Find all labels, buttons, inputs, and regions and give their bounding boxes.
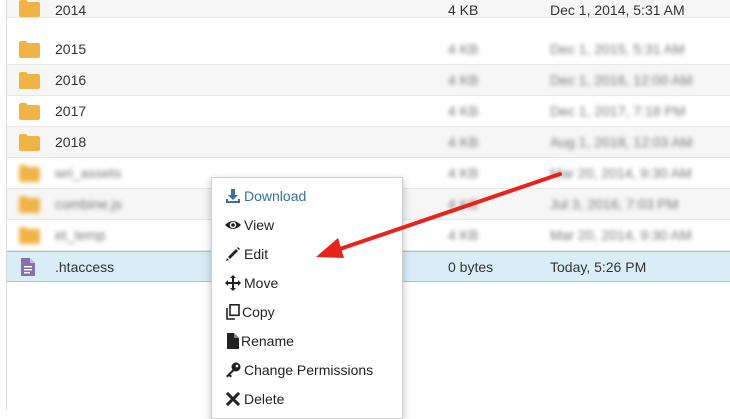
file-size: 4 KB [448,196,479,212]
file-name: et_temp [55,227,106,243]
file-row[interactable]: 2016 4 KB Dec 1, 2016, 12:00 AM [7,65,730,96]
folder-icon [19,165,40,182]
menu-item-label: Edit [244,246,269,262]
file-date: Aug 1, 2018, 12:03 AM [550,134,693,150]
file-size: 4 KB [448,72,479,88]
menu-item-label: Copy [242,304,275,320]
file-name: 2017 [55,103,87,119]
file-date: Jul 3, 2016, 7:03 PM [550,196,679,212]
file-date: Mar 20, 2014, 9:30 AM [550,227,692,243]
move-icon [225,275,241,291]
document-icon [21,258,42,276]
menu-item-view[interactable]: View [212,212,402,241]
menu-item-label: View [244,217,275,233]
menu-item-edit[interactable]: Edit [212,241,402,270]
file-size: 4 KB [448,41,479,57]
context-menu: Download View Edit Move Copy Rename Chan… [211,177,403,419]
menu-item-delete[interactable]: Delete [212,386,402,415]
file-date: Dec 1, 2014, 5:31 AM [550,2,685,18]
file-date: Dec 1, 2015, 5:31 AM [550,41,685,57]
copy-icon [226,304,242,320]
folder-icon [19,134,40,151]
file-size: 4 KB [448,2,479,18]
menu-item-change-permissions[interactable]: Change Permissions [212,357,402,386]
file-row[interactable]: 2015 4 KB Dec 1, 2015, 5:31 AM [7,34,730,65]
menu-item-label: Download [244,188,307,204]
file-size: 4 KB [448,134,479,150]
x-icon [225,391,241,407]
menu-item-label: Delete [244,391,285,407]
file-name: wri_assets [55,165,122,181]
file-size: 4 KB [448,103,479,119]
file-name: 2015 [55,41,87,57]
file-date: Dec 1, 2017, 7:18 PM [550,103,686,119]
folder-icon [19,196,40,213]
file-name: 2014 [55,2,87,18]
file-size: 0 bytes [448,259,494,275]
menu-item-rename[interactable]: Rename [212,328,402,357]
file-date: Mar 20, 2014, 9:30 AM [550,165,692,181]
folder-icon [19,227,40,244]
file-row[interactable]: 2017 4 KB Dec 1, 2017, 7:18 PM [7,96,730,127]
menu-item-download[interactable]: Download [212,183,402,212]
menu-item-copy[interactable]: Copy [212,299,402,328]
menu-item-label: Move [244,275,279,291]
file-row[interactable]: 2018 4 KB Aug 1, 2018, 12:03 AM [7,127,730,158]
menu-item-move[interactable]: Move [212,270,402,299]
pencil-icon [225,246,241,262]
menu-item-label: Rename [241,333,294,349]
folder-icon [19,41,40,58]
download-icon [225,188,241,204]
file-date: Today, 5:26 PM [550,259,647,275]
file-size: 4 KB [448,165,479,181]
file-size: 4 KB [448,227,479,243]
file-name: 2016 [55,72,87,88]
file-name: .htaccess [55,259,115,275]
eye-icon [225,217,241,233]
folder-icon [19,0,40,17]
menu-item-label: Change Permissions [244,362,374,378]
file-name: combine.js [55,196,122,212]
folder-icon [19,72,40,89]
file-date: Dec 1, 2016, 12:00 AM [550,72,693,88]
folder-icon [19,103,40,120]
file-row[interactable]: 2014 4 KB Dec 1, 2014, 5:31 AM [7,0,730,18]
file-name: 2018 [55,134,87,150]
key-icon [225,362,241,378]
